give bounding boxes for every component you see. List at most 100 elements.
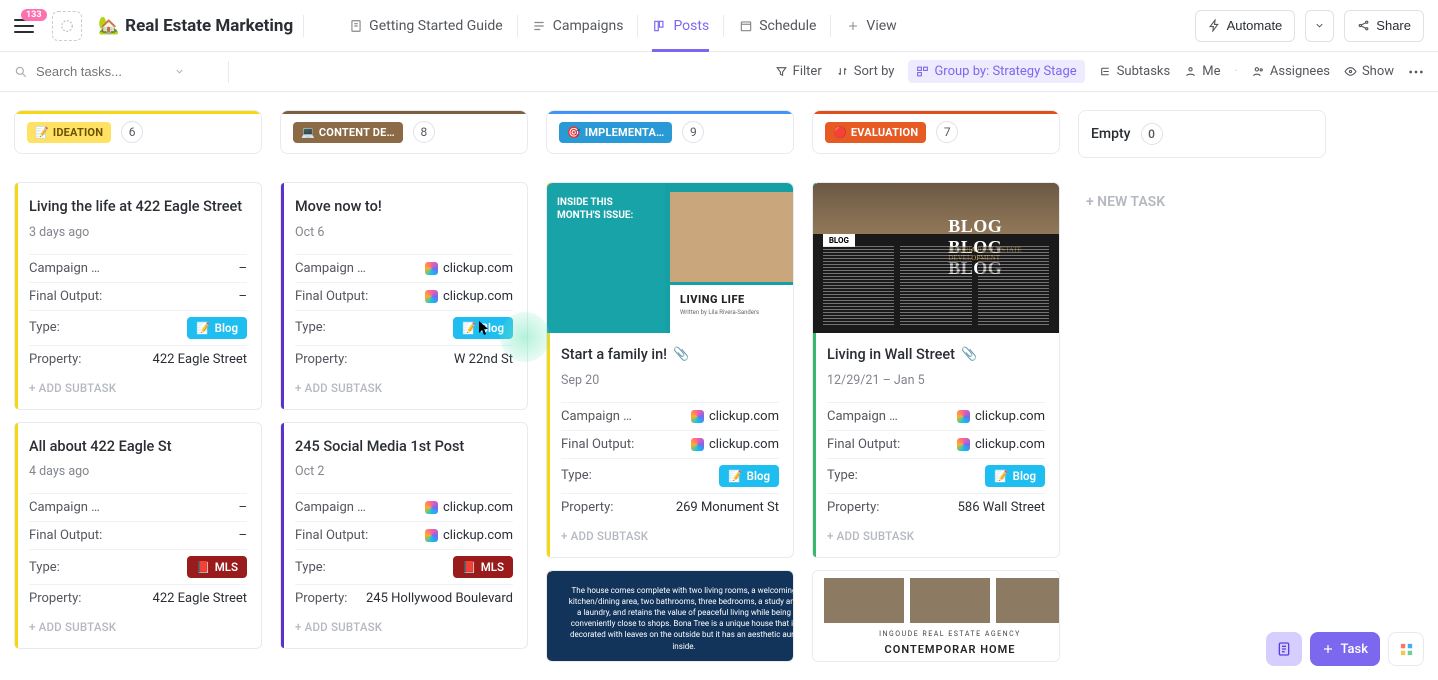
- card-title: Living in Wall Street📎: [827, 345, 1045, 365]
- card-title: 245 Social Media 1st Post: [295, 437, 513, 457]
- column-header-implementation[interactable]: 🎯IMPLEMENTA… 9: [546, 110, 794, 154]
- sort-button[interactable]: Sort by: [836, 64, 895, 79]
- card[interactable]: INGOUDE REAL ESTATE AGENCY CONTEMPORAR H…: [812, 570, 1060, 662]
- note-icon: [1276, 641, 1292, 657]
- group-button[interactable]: Group by: Strategy Stage: [908, 60, 1084, 83]
- top-bar: 133 🏡 Real Estate Marketing Getting Star…: [0, 0, 1438, 52]
- chevron-down-icon: [1314, 20, 1325, 31]
- column-header-content[interactable]: 💻CONTENT DE… 8: [280, 110, 528, 154]
- card[interactable]: INSIDE THIS MONTH'S ISSUE: LIVING LIFE W…: [546, 182, 794, 558]
- calendar-icon: [738, 18, 753, 33]
- automate-dropdown[interactable]: [1305, 10, 1334, 42]
- subtask-icon: [1099, 65, 1112, 78]
- show-button[interactable]: Show: [1344, 64, 1394, 79]
- view-toolbar: Filter Sort by Group by: Strategy Stage …: [0, 52, 1438, 92]
- card-thumbnail: INGOUDE REAL ESTATE AGENCY CONTEMPORAR H…: [813, 571, 1060, 661]
- attachment-icon: 📎: [673, 346, 689, 364]
- eye-icon: [1344, 65, 1357, 78]
- notification-badge: 133: [21, 9, 47, 21]
- attachment-icon: 📎: [961, 346, 977, 364]
- column-count: 6: [121, 121, 143, 143]
- filter-icon: [775, 65, 788, 78]
- share-button[interactable]: Share: [1344, 10, 1424, 42]
- grid-icon: [1399, 642, 1414, 657]
- floating-actions: Task: [1266, 632, 1424, 666]
- space-title[interactable]: 🏡 Real Estate Marketing: [98, 16, 293, 36]
- card-title: Living the life at 422 Eagle Street: [29, 197, 247, 217]
- menu-toggle[interactable]: 133: [14, 19, 34, 33]
- card-thumbnail: The house comes complete with two living…: [547, 571, 794, 661]
- card-date: 4 days ago: [29, 464, 247, 479]
- card-title: Move now to!: [295, 197, 513, 217]
- search-input[interactable]: [36, 64, 166, 79]
- clickup-icon: [425, 262, 438, 275]
- column-count: 8: [413, 121, 435, 143]
- column-count: 0: [1141, 123, 1163, 145]
- person-icon: [1184, 65, 1197, 78]
- column-content: 💻CONTENT DE… 8 Move now to! Oct 6 Campai…: [280, 110, 528, 661]
- view-tabs: Getting Started Guide Campaigns Posts Sc…: [334, 0, 911, 52]
- tab-schedule[interactable]: Schedule: [724, 0, 830, 52]
- doc-icon: [348, 18, 363, 33]
- card-date: Oct 2: [295, 464, 513, 479]
- card[interactable]: 245 Social Media 1st Post Oct 2 Campaign…: [280, 422, 528, 650]
- filter-button[interactable]: Filter: [775, 64, 822, 79]
- board-icon: [652, 18, 667, 33]
- column-empty: Empty 0 + NEW TASK: [1078, 110, 1326, 218]
- automate-button[interactable]: Automate: [1195, 10, 1296, 42]
- list-icon: [532, 18, 547, 33]
- card-date: 3 days ago: [29, 225, 247, 240]
- column-header-empty[interactable]: Empty 0: [1078, 110, 1326, 158]
- more-button[interactable]: [1408, 70, 1424, 74]
- column-evaluation: 🔴EVALUATION 7 BLOG BLOG BLOG BLOG LICERI…: [812, 110, 1060, 674]
- add-subtask[interactable]: + ADD SUBTASK: [29, 381, 247, 395]
- card-date: Sep 20: [561, 373, 779, 388]
- column-header-ideation[interactable]: 📝IDEATION 6: [14, 110, 262, 154]
- card[interactable]: All about 422 Eagle St 4 days ago Campai…: [14, 422, 262, 650]
- column-header-evaluation[interactable]: 🔴EVALUATION 7: [812, 110, 1060, 154]
- group-icon: [916, 65, 929, 78]
- card[interactable]: Move now to! Oct 6 Campaign …clickup.com…: [280, 182, 528, 410]
- column-implementation: 🎯IMPLEMENTA… 9 INSIDE THIS MONTH'S ISSUE…: [546, 110, 794, 674]
- me-button[interactable]: Me: [1184, 64, 1220, 79]
- space-emoji: 🏡: [98, 16, 119, 36]
- people-icon: [1252, 65, 1265, 78]
- new-task-fab[interactable]: Task: [1310, 632, 1380, 666]
- sort-icon: [836, 65, 849, 78]
- tab-posts[interactable]: Posts: [638, 0, 723, 52]
- card-title: Start a family in!📎: [561, 345, 779, 365]
- board: 📝IDEATION 6 Living the life at 422 Eagle…: [0, 92, 1438, 680]
- plus-icon: [845, 18, 860, 33]
- search-field[interactable]: [14, 64, 214, 79]
- card-title: All about 422 Eagle St: [29, 437, 247, 457]
- add-subtask[interactable]: + ADD SUBTASK: [561, 529, 779, 543]
- card[interactable]: The house comes complete with two living…: [546, 570, 794, 662]
- card-thumbnail: INSIDE THIS MONTH'S ISSUE: LIVING LIFE W…: [547, 183, 793, 333]
- tab-campaigns[interactable]: Campaigns: [518, 0, 638, 52]
- bolt-icon: [1208, 19, 1221, 32]
- clickup-icon: [425, 290, 438, 303]
- tab-add-view[interactable]: View: [831, 0, 910, 52]
- add-subtask[interactable]: + ADD SUBTASK: [295, 620, 513, 634]
- chevron-down-icon[interactable]: [174, 66, 185, 77]
- ellipsis-icon: [1408, 70, 1424, 74]
- assignees-button[interactable]: Assignees: [1252, 64, 1330, 79]
- card[interactable]: BLOG BLOG BLOG BLOG LICERIA REAL ESTATE …: [812, 182, 1060, 558]
- space-avatar[interactable]: [52, 11, 82, 41]
- add-subtask[interactable]: + ADD SUBTASK: [827, 529, 1045, 543]
- card[interactable]: Living the life at 422 Eagle Street 3 da…: [14, 182, 262, 410]
- search-icon: [14, 65, 28, 79]
- new-task-button[interactable]: + NEW TASK: [1078, 186, 1326, 218]
- card-date: 12/29/21 – Jan 5: [827, 373, 1045, 388]
- add-subtask[interactable]: + ADD SUBTASK: [295, 381, 513, 395]
- plus-icon: [1322, 643, 1334, 655]
- card-date: Oct 6: [295, 225, 513, 240]
- tab-getting-started[interactable]: Getting Started Guide: [334, 0, 517, 52]
- apps-button[interactable]: [1388, 632, 1424, 666]
- doc-button[interactable]: [1266, 632, 1302, 666]
- column-ideation: 📝IDEATION 6 Living the life at 422 Eagle…: [14, 110, 262, 661]
- subtasks-button[interactable]: Subtasks: [1099, 64, 1171, 79]
- card-thumbnail: BLOG BLOG BLOG BLOG LICERIA REAL ESTATE …: [813, 183, 1059, 333]
- share-icon: [1357, 19, 1370, 32]
- add-subtask[interactable]: + ADD SUBTASK: [29, 620, 247, 634]
